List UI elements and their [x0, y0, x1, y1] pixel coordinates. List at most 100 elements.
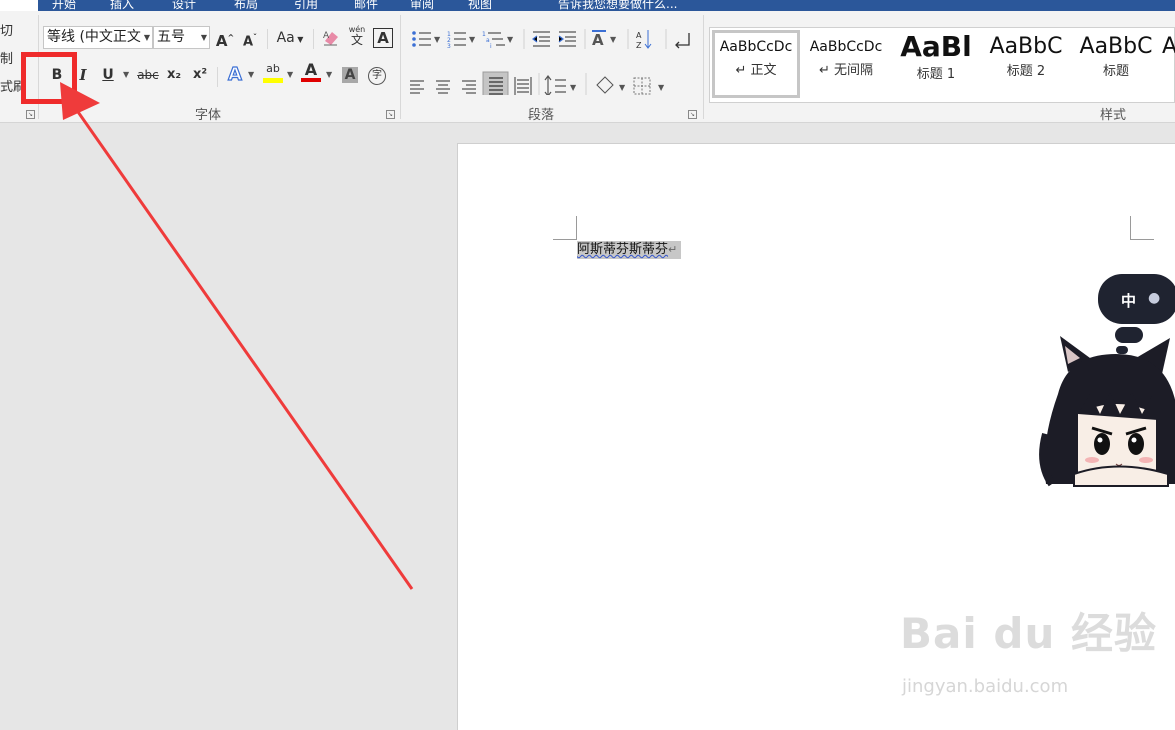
document-text[interactable]: 阿斯蒂芬斯蒂芬: [577, 242, 668, 257]
font-size-combo[interactable]: 五号 ▼: [153, 26, 210, 49]
font-name-combo[interactable]: 等线 (中文正文 ▼: [43, 26, 153, 49]
style-name: ↵ 无间隔: [818, 63, 874, 78]
text-highlight-button[interactable]: ab: [262, 59, 284, 83]
style-name: 标题 2: [1006, 64, 1046, 79]
font-color-icon: A: [304, 60, 318, 79]
style-no-spacing[interactable]: AaBbCcDc ↵ 无间隔: [802, 30, 890, 98]
style-heading-1[interactable]: AaBl 标题 1: [892, 30, 980, 98]
distributed-icon[interactable]: [514, 77, 532, 95]
align-center-icon[interactable]: [436, 80, 450, 94]
decrease-indent-icon[interactable]: [532, 31, 550, 47]
paragraph-dialog-launcher[interactable]: ↘: [688, 110, 697, 119]
shading-icon: A: [341, 67, 359, 83]
underline-dropdown-icon[interactable]: ▼: [123, 63, 129, 87]
style-sample: AaBbCcDc: [719, 39, 793, 55]
bullets-icon[interactable]: [412, 31, 431, 47]
highlight-color-swatch: [263, 78, 283, 83]
tab-view[interactable]: 视图: [468, 0, 492, 11]
style-name: ↵ 正文: [735, 63, 777, 78]
font-group-label: 字体: [195, 108, 222, 123]
subscript-button[interactable]: x₂: [164, 63, 184, 87]
annotation-highlight-box: [21, 52, 77, 104]
svg-text:▼: ▼: [570, 83, 577, 92]
underline-button[interactable]: U: [97, 63, 119, 87]
align-right-icon[interactable]: [462, 80, 476, 94]
shrink-font-button[interactable]: Aˇ: [240, 26, 260, 50]
font-color-dropdown-icon[interactable]: ▼: [326, 63, 332, 87]
tab-home[interactable]: 开始: [52, 0, 76, 11]
baidu-watermark: Bai du 经验: [900, 609, 1157, 658]
enclose-characters-button[interactable]: 字: [366, 63, 388, 87]
tab-references[interactable]: 引用: [294, 0, 318, 11]
styles-group-label: 样式: [1100, 108, 1127, 123]
phonetic-bottom: 文: [350, 33, 363, 47]
increase-indent-icon[interactable]: [558, 31, 576, 47]
svg-text:3: 3: [447, 43, 451, 50]
character-border-button[interactable]: A: [372, 26, 394, 50]
style-name: 标题 1: [916, 67, 956, 82]
ime-status-bubble[interactable]: [1098, 274, 1175, 324]
svg-text:▼: ▼: [619, 83, 626, 92]
font-name-value: 等线 (中文正文: [47, 29, 141, 45]
group-separator: [400, 15, 401, 119]
tab-layout[interactable]: 布局: [234, 0, 258, 11]
grow-font-button[interactable]: A^: [215, 26, 235, 50]
text-effects-dropdown-icon[interactable]: ▼: [248, 63, 254, 87]
font-color-button[interactable]: A: [300, 59, 322, 83]
eraser-icon: A: [323, 31, 338, 46]
tab-review[interactable]: 审阅: [410, 0, 434, 11]
paragraph-controls: ▼ 123 ▼ 1ai ▼ A ▼ AZ ▼ ▼ ▼: [410, 29, 690, 95]
style-sample: AaBbC: [1079, 34, 1153, 59]
chinese-layout-icon[interactable]: A: [592, 30, 606, 49]
style-title[interactable]: AaBbC 标题: [1072, 30, 1160, 98]
justify-button-active: [482, 71, 509, 95]
tab-mailings[interactable]: 邮件: [354, 0, 378, 11]
superscript-button[interactable]: x²: [190, 63, 210, 87]
tab-design[interactable]: 设计: [172, 0, 196, 11]
bullets-dropdown-icon: ▼: [434, 35, 441, 44]
watermark-url: jingyan.baidu.com: [902, 676, 1069, 697]
svg-text:A: A: [592, 31, 604, 49]
show-marks-icon[interactable]: [675, 33, 690, 49]
align-left-icon[interactable]: [410, 80, 424, 94]
cut-button[interactable]: 切: [0, 20, 13, 39]
svg-text:▼: ▼: [610, 35, 617, 44]
phonetic-guide-button[interactable]: wén 文: [346, 24, 368, 48]
svg-text:A: A: [323, 31, 330, 41]
selected-text[interactable]: 阿斯蒂芬斯蒂芬↵: [577, 241, 682, 259]
person-icon[interactable]: ●: [1148, 290, 1160, 306]
crop-mark-top-left: [553, 216, 577, 240]
style-sample: AaBbC: [989, 34, 1063, 59]
style-heading-2[interactable]: AaBbC 标题 2: [982, 30, 1070, 98]
numbering-icon[interactable]: 123: [447, 31, 466, 50]
line-spacing-icon[interactable]: [544, 75, 566, 95]
shrink-font-icon: A: [242, 34, 254, 50]
copy-button[interactable]: 制: [0, 48, 13, 67]
tell-me-search[interactable]: 告诉我您想要做什么...: [558, 0, 677, 11]
change-case-button[interactable]: Aa ▼: [273, 26, 307, 50]
clipboard-dialog-launcher[interactable]: ↘: [26, 110, 35, 119]
grow-font-icon: A: [215, 32, 228, 50]
font-dialog-launcher[interactable]: ↘: [386, 110, 395, 119]
ribbon: 切 制 式刷 ↘ 等线 (中文正文 ▼ 五号 ▼ A^ Aˇ Aa ▼ A wé…: [0, 11, 1175, 123]
crop-mark-top-right: [1130, 216, 1154, 240]
tab-insert[interactable]: 插入: [110, 0, 134, 11]
style-normal[interactable]: AaBbCcDc ↵ 正文: [712, 30, 800, 98]
highlight-dropdown-icon[interactable]: ▼: [287, 63, 293, 87]
multilevel-list-icon[interactable]: 1ai: [482, 31, 505, 50]
style-name: 标题: [1102, 64, 1129, 79]
sort-icon[interactable]: AZ: [636, 30, 652, 50]
svg-text:▼: ▼: [469, 35, 476, 44]
divider: [217, 67, 218, 87]
character-shading-button[interactable]: A: [340, 63, 360, 87]
shading-bucket-icon[interactable]: [594, 76, 614, 95]
text-effects-button[interactable]: A: [224, 63, 246, 87]
divider: [313, 29, 314, 49]
borders-icon[interactable]: [633, 77, 651, 95]
strikethrough-button[interactable]: abc: [135, 63, 161, 87]
style-sample: A: [1162, 34, 1175, 59]
ime-mode-label[interactable]: 中: [1121, 290, 1136, 311]
style-subtitle[interactable]: A: [1162, 30, 1175, 98]
clear-formatting-button[interactable]: A: [320, 26, 342, 50]
group-separator: [703, 15, 704, 119]
